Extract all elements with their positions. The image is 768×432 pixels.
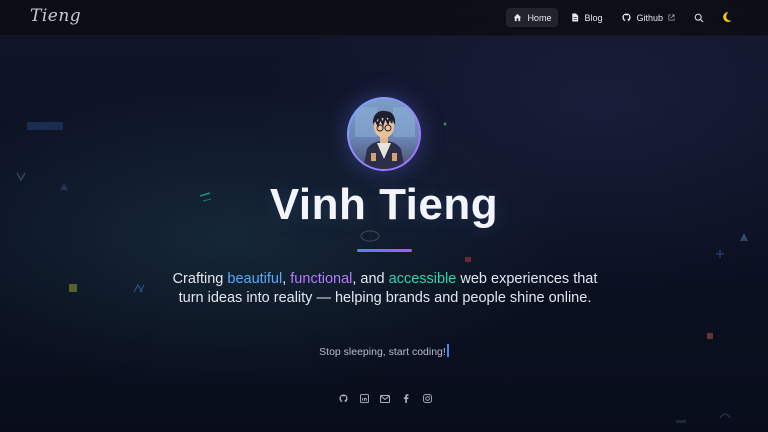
hero-tagline: Crafting beautiful, functional, and acce… [160,270,610,308]
nav-github[interactable]: Github [615,8,682,27]
highlight-functional: functional [290,271,353,287]
instagram-icon [422,388,432,407]
main-nav: Home Blog Github [506,8,738,27]
highlight-beautiful: beautiful [227,271,283,287]
moon-icon [721,8,733,27]
deco-blob [360,230,380,242]
gradient-divider [357,249,412,252]
social-links [337,391,433,403]
deco-triangle [740,233,748,241]
nav-home[interactable]: Home [506,8,559,27]
tagline-text: Crafting [172,271,228,287]
deco-square [465,257,471,262]
highlight-accessible: accessible [388,271,457,287]
search-icon [694,8,704,27]
deco-chevron [16,172,26,182]
top-navbar: Tieng Home Blog Github [0,0,768,36]
typing-cursor [446,344,449,357]
deco-asterisk [716,250,724,258]
github-icon [622,13,632,22]
blog-icon [571,13,579,22]
deco-square [69,284,77,292]
typing-motto: Stop sleeping, start coding! [0,344,768,358]
deco-square [707,333,713,339]
github-icon [338,388,348,407]
deco-bar [676,420,686,423]
social-facebook[interactable] [400,391,412,403]
avatar [347,97,421,171]
site-logo[interactable]: Tieng [30,6,81,26]
theme-toggle-button[interactable] [716,8,738,27]
social-linkedin[interactable] [358,391,370,403]
mail-icon [380,388,390,407]
social-github[interactable] [337,391,349,403]
motto-text: Stop sleeping, start coding! [319,346,446,358]
nav-blog-label: Blog [584,12,603,23]
deco-dot [443,122,447,126]
hero-name: Vinh Tieng [269,180,499,229]
avatar-image [349,99,419,169]
external-link-icon [668,14,675,21]
linkedin-icon [359,388,369,407]
deco-arc [719,413,731,419]
nav-github-label: Github [636,12,663,23]
search-button[interactable] [688,8,710,27]
facebook-icon [403,388,409,407]
nav-blog[interactable]: Blog [564,8,609,27]
deco-rect [27,122,63,130]
page: Tieng Home Blog Github Vinh Tieng Crafti… [0,0,768,432]
social-instagram[interactable] [421,391,433,403]
social-mail[interactable] [379,391,391,403]
home-icon [513,13,522,22]
nav-home-label: Home [527,12,552,23]
deco-wave [133,283,145,293]
tagline-text: , and [352,271,389,287]
